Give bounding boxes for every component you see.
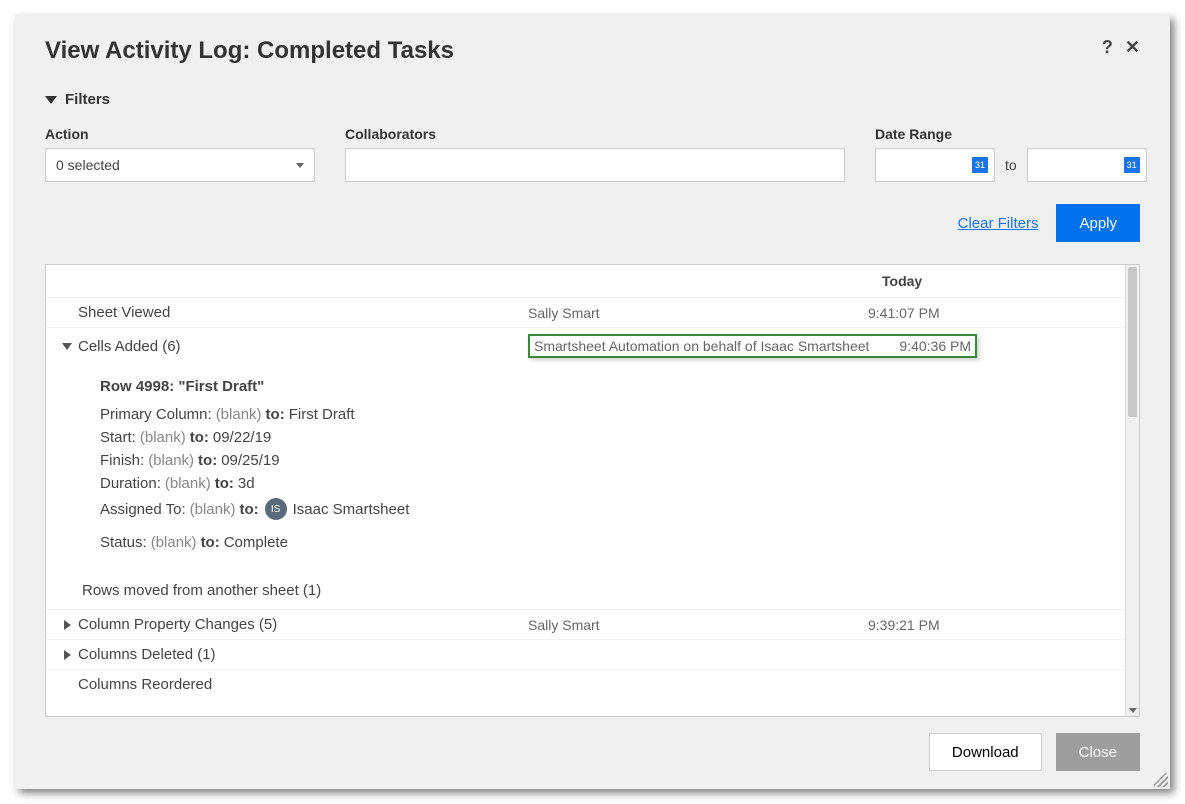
- log-row[interactable]: Cells Added (6) Smartsheet Automation on…: [46, 328, 1125, 364]
- collaborators-label: Collaborators: [345, 126, 845, 142]
- action-select[interactable]: 0 selected: [45, 148, 315, 182]
- calendar-icon: [972, 157, 988, 173]
- log-date-header: Today: [46, 265, 1125, 298]
- log-action: Column Property Changes (5): [78, 616, 528, 633]
- log-date-label: Today: [882, 273, 922, 289]
- chevron-right-icon: [64, 650, 71, 660]
- log-action: Sheet Viewed: [78, 304, 528, 321]
- dialog-header: View Activity Log: Completed Tasks ? ✕: [45, 37, 1140, 65]
- date-from-input[interactable]: [875, 148, 995, 182]
- avatar: IS: [265, 498, 287, 520]
- log-time: 9:39:21 PM: [868, 617, 988, 633]
- calendar-icon: [1124, 157, 1140, 173]
- log-actor: Sally Smart: [528, 617, 868, 633]
- log-container: Today Sheet Viewed Sally Smart 9:41:07 P…: [45, 264, 1140, 717]
- highlight-annotation: Smartsheet Automation on behalf of Isaac…: [528, 334, 977, 358]
- log-row[interactable]: Columns Reordered: [46, 670, 1125, 699]
- detail-row-title: Row 4998: "First Draft": [100, 378, 1115, 395]
- activity-log-dialog: View Activity Log: Completed Tasks ? ✕ F…: [15, 15, 1170, 789]
- chevron-down-icon: [62, 343, 72, 350]
- chevron-down-icon: [296, 163, 304, 168]
- log-actor: Sally Smart: [528, 305, 868, 321]
- download-button[interactable]: Download: [929, 733, 1042, 771]
- chevron-down-icon: [45, 96, 57, 104]
- scrollbar[interactable]: [1125, 265, 1139, 716]
- resize-grip[interactable]: [1154, 773, 1168, 787]
- filters-toggle[interactable]: Filters: [45, 91, 1140, 108]
- collaborators-input[interactable]: [345, 148, 845, 182]
- log-detail: Row 4998: "First Draft" Primary Column: …: [46, 364, 1125, 572]
- chevron-down-icon: [1129, 708, 1137, 713]
- scroll-thumb[interactable]: [1128, 267, 1137, 417]
- date-range-label: Date Range: [875, 126, 1147, 142]
- close-button[interactable]: Close: [1056, 733, 1140, 771]
- log-time: 9:41:07 PM: [868, 305, 988, 321]
- clear-filters-link[interactable]: Clear Filters: [958, 215, 1039, 232]
- log-action: Cells Added (6): [78, 338, 528, 355]
- close-icon[interactable]: ✕: [1125, 37, 1140, 58]
- help-icon[interactable]: ?: [1102, 37, 1113, 58]
- log-row[interactable]: Sheet Viewed Sally Smart 9:41:07 PM: [46, 298, 1125, 328]
- log-actor: Smartsheet Automation on behalf of Isaac…: [534, 338, 869, 354]
- dialog-title: View Activity Log: Completed Tasks: [45, 37, 454, 65]
- filters-label: Filters: [65, 91, 110, 108]
- apply-button[interactable]: Apply: [1056, 204, 1140, 242]
- log-action: Columns Deleted (1): [78, 646, 528, 663]
- log-row[interactable]: Column Property Changes (5) Sally Smart …: [46, 610, 1125, 640]
- log-time: 9:40:36 PM: [899, 338, 971, 354]
- chevron-right-icon: [64, 620, 71, 630]
- moved-rows-link[interactable]: Rows moved from another sheet (1): [46, 572, 1125, 610]
- action-label: Action: [45, 126, 315, 142]
- action-select-value: 0 selected: [56, 157, 120, 173]
- to-label: to: [1005, 157, 1017, 173]
- date-to-input[interactable]: [1027, 148, 1147, 182]
- log-row[interactable]: Columns Deleted (1): [46, 640, 1125, 670]
- log-action: Columns Reordered: [78, 676, 528, 693]
